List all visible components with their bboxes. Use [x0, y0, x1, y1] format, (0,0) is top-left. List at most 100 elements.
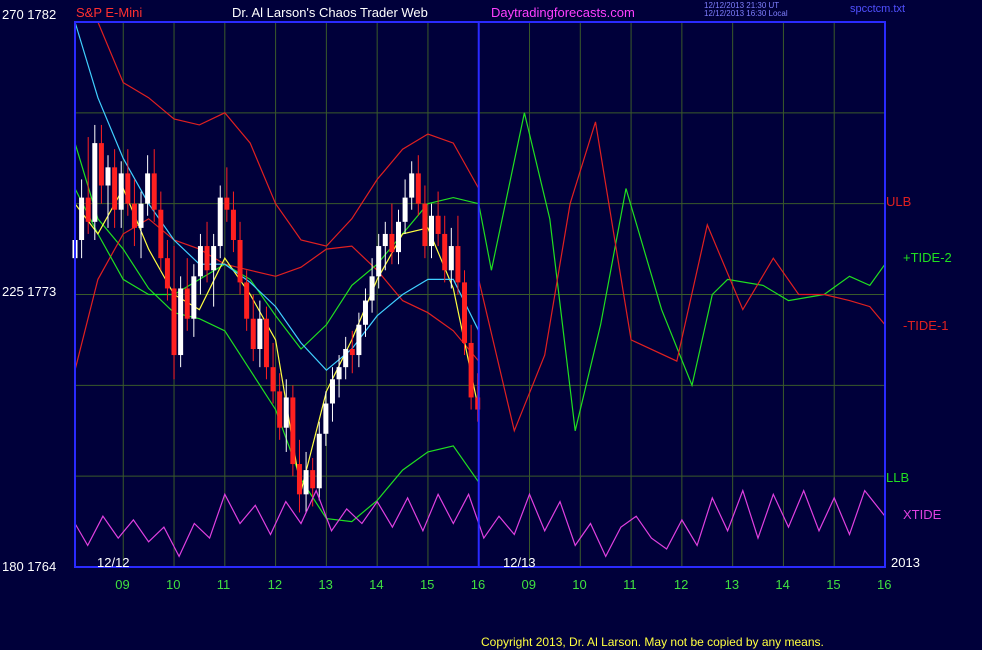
x-tick-label: 14: [369, 577, 384, 592]
indicator-lines: [74, 21, 886, 523]
candle-body: [145, 173, 151, 204]
grid-lines: [75, 21, 886, 568]
candle-body: [263, 318, 269, 368]
candle-body: [184, 288, 190, 319]
candle-body: [422, 203, 428, 247]
candle-body: [389, 233, 395, 253]
candle-body: [296, 464, 302, 495]
candle-body: [224, 197, 230, 210]
candle-body: [211, 246, 217, 271]
xtide-wave: [74, 488, 886, 558]
x-tick-label: 15: [419, 577, 435, 592]
candle-body: [277, 391, 283, 428]
candle-body: [316, 433, 322, 489]
x-tick-label: 12: [673, 577, 689, 592]
candle-body: [462, 282, 468, 343]
candle-body: [415, 173, 421, 204]
candle-body: [79, 197, 85, 240]
chart-plot: [72, 21, 886, 568]
candle-body: [171, 288, 177, 356]
candle-body: [310, 470, 316, 489]
candle-body: [204, 246, 210, 271]
candle-body: [151, 173, 157, 210]
x-tick-label: 11: [623, 577, 637, 592]
candle-body: [270, 367, 276, 392]
symbol-label: S&P E-Mini: [76, 5, 143, 20]
xtide-label: XTIDE: [903, 507, 942, 522]
candle-body: [336, 367, 342, 380]
x-tick-label: 13: [318, 577, 333, 592]
timestamp-local: 12/12/2013 16:30 Local: [704, 9, 788, 18]
date-label-2: 12/13: [503, 555, 536, 570]
ulb-label: ULB: [886, 194, 912, 209]
candle-body: [230, 209, 236, 240]
date-label-1: 12/12: [97, 555, 130, 570]
series-line-fast-ma: [74, 187, 480, 492]
x-tick-label: 10: [572, 577, 587, 592]
candle-body: [323, 403, 329, 434]
candle-body: [92, 143, 98, 222]
candle-body: [197, 246, 203, 277]
candle-body: [435, 215, 441, 234]
candle-body: [343, 349, 349, 368]
candle-body: [131, 203, 137, 228]
candle-body: [303, 470, 309, 495]
candle-body: [448, 246, 454, 271]
candle-body: [382, 233, 388, 247]
price-candles: [72, 124, 481, 513]
candle-body: [442, 233, 448, 271]
candle-body: [329, 379, 335, 404]
y-axis-top-label: 270 1782: [2, 7, 57, 22]
candle-body: [362, 300, 368, 325]
data-file-label: spcctcm.txt: [850, 3, 906, 15]
x-tick-label: 09: [521, 577, 536, 592]
candle-body: [112, 167, 118, 210]
x-tick-label: 12: [267, 577, 283, 592]
candle-body: [349, 349, 355, 356]
x-tick-label: 14: [775, 577, 790, 592]
series-line-xtide: [74, 488, 886, 558]
candle-body: [409, 173, 415, 198]
chart-title: Dr. Al Larson's Chaos Trader Web: [232, 5, 428, 20]
x-tick-label: 16: [470, 577, 486, 592]
tide2-label: +TIDE-2: [903, 250, 952, 265]
candle-body: [468, 342, 474, 398]
site-link[interactable]: Daytradingforecasts.com: [491, 5, 635, 20]
candle-body: [217, 197, 223, 247]
candle-body: [429, 215, 435, 247]
series-line-tide-2: [74, 112, 886, 431]
year-label: 2013: [891, 555, 920, 570]
y-axis-bottom-label: 180 1764: [2, 559, 57, 574]
candle-body: [85, 197, 91, 222]
candle-body: [455, 246, 461, 283]
candle-body: [257, 318, 263, 349]
candle-body: [356, 324, 362, 356]
candle-body: [290, 397, 296, 465]
candle-body: [105, 167, 111, 186]
candle-body: [402, 197, 408, 222]
x-tick-label: 13: [724, 577, 740, 592]
x-tick-label: 09: [115, 577, 130, 592]
candle-body: [376, 246, 382, 277]
x-tick-label: 11: [216, 577, 231, 592]
candle-body: [98, 143, 104, 186]
copyright-footer: Copyright 2013, Dr. Al Larson. May not b…: [481, 635, 824, 649]
candle-body: [164, 258, 170, 289]
candle-body: [178, 288, 184, 356]
candle-body: [244, 282, 250, 319]
llb-label: LLB: [886, 470, 910, 485]
candle-body: [395, 221, 401, 253]
candle-body: [158, 209, 164, 259]
x-tick-label: 15: [826, 577, 841, 592]
candle-body: [138, 203, 144, 228]
candle-body: [118, 173, 124, 210]
candle-body: [283, 397, 289, 428]
candle-body: [125, 173, 131, 204]
x-tick-label: 16: [877, 577, 892, 592]
x-tick-label: 10: [166, 577, 181, 592]
y-axis-mid-label: 225 1773: [2, 284, 57, 299]
tide1-label: -TIDE-1: [903, 318, 949, 333]
candle-body: [250, 318, 256, 349]
candle-body: [237, 240, 243, 283]
candle-body: [369, 276, 375, 301]
